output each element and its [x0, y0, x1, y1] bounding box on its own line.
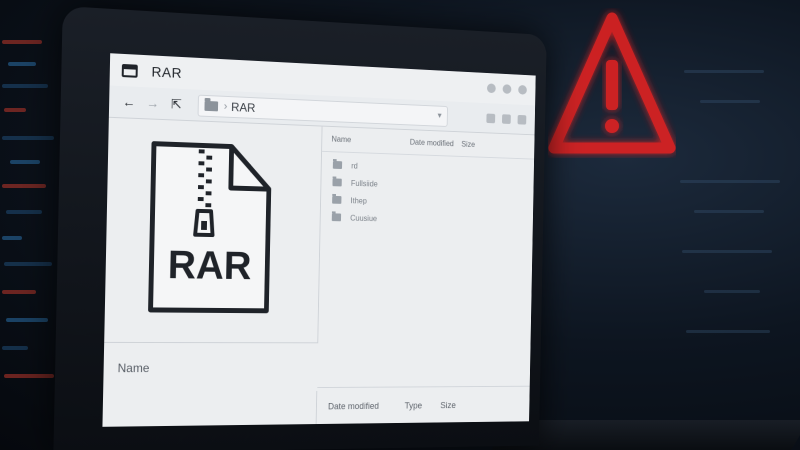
folder-icon: [333, 161, 342, 169]
list-rows: rd Fullsiide Ithep Cuusiue: [321, 152, 535, 231]
warning-triangle-icon: [548, 8, 676, 158]
close-button[interactable]: [518, 85, 527, 95]
footer-date-modified: Date modified: [328, 400, 405, 410]
maximize-button[interactable]: [503, 84, 512, 94]
list-item-label: rd: [351, 161, 358, 170]
laptop: RAR ← → ⇱ › RAR ▾ RAR Name Name Date mod…: [53, 6, 546, 450]
name-field-label: Name: [103, 342, 318, 393]
window-controls: [487, 83, 527, 94]
minimize-button[interactable]: [487, 83, 496, 93]
folder-icon: [332, 213, 341, 221]
chevron-down-icon[interactable]: ▾: [437, 110, 441, 121]
up-folder-button[interactable]: ⇱: [166, 96, 186, 113]
toolbar-controls: [486, 114, 526, 125]
footer-size: Size: [440, 400, 456, 410]
folder-icon: [204, 100, 218, 111]
file-manager-window: RAR ← → ⇱ › RAR ▾ RAR Name Name Date mod…: [102, 53, 535, 427]
folder-icon: [332, 178, 341, 186]
zip-file-icon: RAR: [145, 139, 276, 316]
back-button[interactable]: ←: [119, 94, 139, 110]
footer-type: Type: [405, 400, 441, 410]
path-text: RAR: [231, 100, 255, 115]
view-button[interactable]: [486, 114, 495, 124]
column-header-size[interactable]: Size: [461, 140, 496, 150]
column-header-name[interactable]: Name: [331, 135, 409, 147]
window-title: RAR: [151, 63, 182, 80]
rar-file-label: RAR: [167, 243, 252, 288]
folder-icon: [332, 196, 341, 204]
path-separator-icon: ›: [224, 100, 228, 112]
background-data-lines: [670, 0, 800, 450]
path-field[interactable]: › RAR ▾: [198, 94, 448, 126]
list-item-label: Ithep: [350, 196, 366, 205]
window-icon: [122, 63, 138, 77]
list-item-label: Cuusiue: [350, 213, 377, 222]
sort-button[interactable]: [502, 114, 511, 124]
column-header-date[interactable]: Date modified: [410, 138, 462, 149]
list-item-label: Fullsiide: [351, 179, 378, 189]
options-button[interactable]: [518, 115, 527, 125]
file-list: Name Date modified Size rd Fullsiide Ith…: [317, 127, 535, 424]
details-footer: Date modified Type Size: [317, 386, 530, 424]
forward-button[interactable]: →: [143, 95, 163, 111]
preview-pane: RAR Name: [102, 118, 322, 427]
